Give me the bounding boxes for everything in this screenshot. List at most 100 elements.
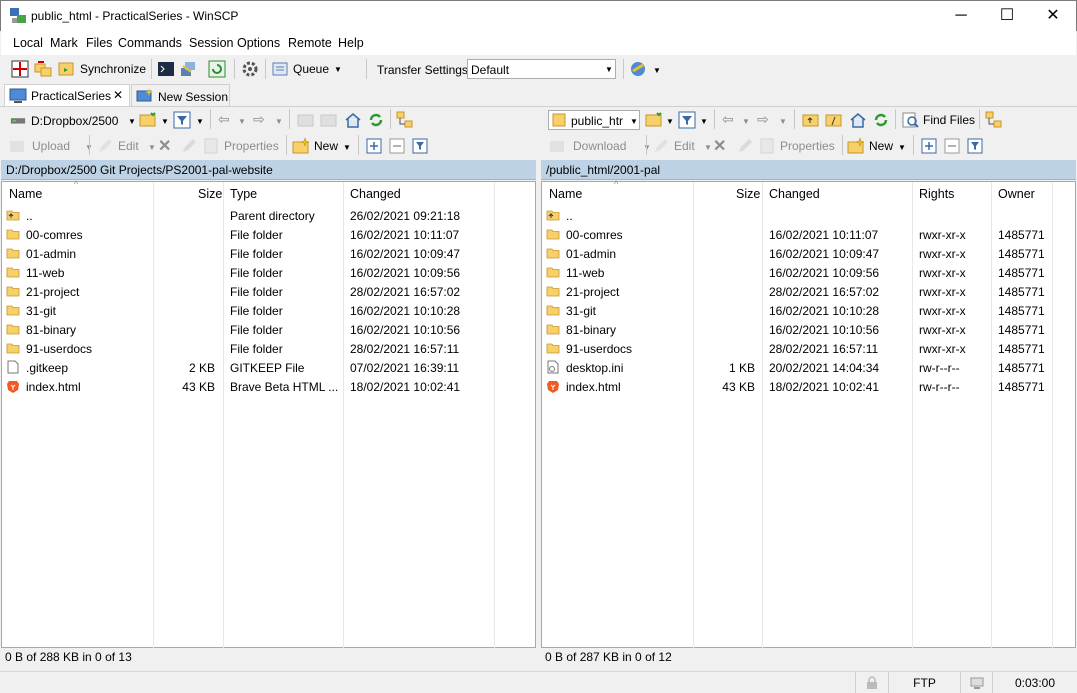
parent-directory-icon[interactable] xyxy=(297,111,315,129)
file-row[interactable]: 31-git 16/02/2021 10:10:28 rwxr-xr-x 148577… xyxy=(542,301,1075,320)
synchronize-button[interactable]: Synchronize xyxy=(58,59,148,79)
preferences-dropdown-icon[interactable]: ▼ xyxy=(653,66,661,75)
properties-button[interactable]: Properties xyxy=(202,136,284,156)
new-button[interactable]: New ▼ xyxy=(847,136,907,156)
queue-button[interactable]: Queue ▼ xyxy=(271,59,347,79)
file-row[interactable]: 91-userdocs 28/02/2021 16:57:11 rwxr-xr-x 1… xyxy=(542,339,1075,358)
parent-directory-icon[interactable] xyxy=(802,111,820,129)
column-header-rights[interactable]: Rights xyxy=(919,187,954,201)
select-all-icon[interactable] xyxy=(920,137,938,155)
back-dropdown-icon[interactable]: ▼ xyxy=(238,117,246,126)
filter-select-icon[interactable] xyxy=(966,137,984,155)
file-row[interactable]: desktop.ini 1 KB 20/02/2021 14:04:34 rw-r--… xyxy=(542,358,1075,377)
filter-select-icon[interactable] xyxy=(411,137,429,155)
file-row[interactable]: 81-binary 16/02/2021 10:10:56 rwxr-xr-x 148… xyxy=(542,320,1075,339)
download-button[interactable]: Download ▼ xyxy=(548,136,651,156)
open-folder-dropdown-icon[interactable]: ▼ xyxy=(666,117,674,126)
forward-dropdown-icon[interactable]: ▼ xyxy=(275,117,283,126)
rename-icon[interactable] xyxy=(736,137,754,155)
file-row[interactable]: 11-web 16/02/2021 10:09:56 rwxr-xr-x 148577… xyxy=(542,263,1075,282)
file-row[interactable]: .gitkeep 2 KB GITKEEP File 07/02/2021 16:39… xyxy=(2,358,535,377)
file-row[interactable]: 21-project File folder 28/02/2021 16:57:02 xyxy=(2,282,535,301)
open-folder-icon[interactable] xyxy=(645,111,663,129)
root-directory-icon[interactable] xyxy=(825,111,843,129)
refresh-icon[interactable] xyxy=(367,111,385,129)
home-icon[interactable] xyxy=(849,111,867,129)
remote-folder-select[interactable]: public_htr ▼ xyxy=(548,110,640,130)
menu-options[interactable]: Options xyxy=(237,36,280,50)
file-row[interactable]: 91-userdocs File folder 28/02/2021 16:57:1… xyxy=(2,339,535,358)
column-header-size[interactable]: Size xyxy=(198,187,222,201)
refresh-icon[interactable] xyxy=(872,111,890,129)
file-row[interactable]: 11-web File folder 16/02/2021 10:09:56 xyxy=(2,263,535,282)
file-row[interactable]: 01-admin 16/02/2021 10:09:47 rwxr-xr-x 1485… xyxy=(542,244,1075,263)
column-header-name[interactable]: Name xyxy=(9,187,42,201)
menu-files[interactable]: Files xyxy=(86,36,112,50)
minimize-button[interactable]: ─ xyxy=(938,1,984,31)
unselect-all-icon[interactable] xyxy=(388,137,406,155)
menu-commands[interactable]: Commands xyxy=(118,36,182,50)
file-row[interactable]: 81-binary File folder 16/02/2021 10:10:56 xyxy=(2,320,535,339)
forward-arrow-icon[interactable]: ⇨ xyxy=(757,111,769,128)
queue-dropdown-icon[interactable]: ▼ xyxy=(334,65,342,74)
edit-dropdown-icon[interactable]: ▼ xyxy=(148,143,156,152)
properties-button[interactable]: Properties xyxy=(758,136,840,156)
maximize-button[interactable]: ☐ xyxy=(984,1,1030,31)
close-button[interactable]: ✕ xyxy=(1030,1,1076,31)
unselect-all-icon[interactable] xyxy=(943,137,961,155)
synchronize-browsing-icon[interactable] xyxy=(34,60,52,78)
tab-practicalseries[interactable]: PracticalSeries ✕ xyxy=(4,84,130,106)
open-folder-dropdown-icon[interactable]: ▼ xyxy=(161,117,169,126)
file-row[interactable]: 00-comres File folder 16/02/2021 10:11:07 xyxy=(2,225,535,244)
remote-path-bar[interactable]: /public_html/2001-pal xyxy=(541,160,1076,180)
file-row[interactable]: index.html 43 KB 18/02/2021 10:02:41 rw-r--… xyxy=(542,377,1075,396)
refresh-icon[interactable] xyxy=(208,60,226,78)
home-icon[interactable] xyxy=(344,111,362,129)
local-drive-select[interactable]: D:Dropbox/2500 ▼ xyxy=(8,110,136,130)
file-row[interactable]: 01-admin File folder 16/02/2021 10:09:47 xyxy=(2,244,535,263)
filter-dropdown-icon[interactable]: ▼ xyxy=(196,117,204,126)
menu-mark[interactable]: Mark xyxy=(50,36,78,50)
filter-dropdown-icon[interactable]: ▼ xyxy=(700,117,708,126)
menu-local[interactable]: Local xyxy=(13,36,43,50)
console-icon[interactable] xyxy=(157,60,175,78)
find-files-button[interactable]: Find Files xyxy=(902,110,977,130)
root-directory-icon[interactable] xyxy=(320,111,338,129)
column-header-name[interactable]: Name xyxy=(549,187,582,201)
edit-button[interactable]: Edit ▼ xyxy=(652,136,712,156)
rename-icon[interactable] xyxy=(180,137,198,155)
menu-help[interactable]: Help xyxy=(338,36,364,50)
local-file-list[interactable]: Name ^ Size Type Changed .. Parent direct… xyxy=(1,179,536,648)
delete-icon[interactable]: ✕ xyxy=(158,136,171,156)
gear-icon[interactable] xyxy=(241,60,259,78)
column-header-changed[interactable]: Changed xyxy=(350,187,401,201)
file-row[interactable]: .. Parent directory 26/02/2021 09:21:18 xyxy=(2,206,535,225)
edit-button[interactable]: Edit ▼ xyxy=(96,136,156,156)
delete-icon[interactable]: ✕ xyxy=(713,136,726,156)
forward-dropdown-icon[interactable]: ▼ xyxy=(779,117,787,126)
menu-session[interactable]: Session xyxy=(189,36,233,50)
column-header-changed[interactable]: Changed xyxy=(769,187,820,201)
back-arrow-icon[interactable]: ⇦ xyxy=(722,111,734,128)
local-path-bar[interactable]: D:/Dropbox/2500 Git Projects/PS2001-pal-… xyxy=(1,160,536,180)
select-all-icon[interactable] xyxy=(365,137,383,155)
filter-icon[interactable] xyxy=(173,111,191,129)
file-row[interactable]: index.html 43 KB Brave Beta HTML ... 18/02/… xyxy=(2,377,535,396)
new-button[interactable]: New ▼ xyxy=(292,136,352,156)
column-header-type[interactable]: Type xyxy=(230,187,257,201)
upload-button[interactable]: Upload ▼ xyxy=(8,136,93,156)
file-row[interactable]: 21-project 28/02/2021 16:57:02 rwxr-xr-x 14… xyxy=(542,282,1075,301)
menu-remote[interactable]: Remote xyxy=(288,36,332,50)
back-dropdown-icon[interactable]: ▼ xyxy=(742,117,750,126)
tab-close-icon[interactable]: ✕ xyxy=(113,88,123,102)
compare-directories-icon[interactable] xyxy=(11,60,29,78)
edit-dropdown-icon[interactable]: ▼ xyxy=(704,143,712,152)
file-row[interactable]: .. xyxy=(542,206,1075,225)
new-dropdown-icon[interactable]: ▼ xyxy=(343,143,351,152)
back-arrow-icon[interactable]: ⇦ xyxy=(218,111,230,128)
putty-icon[interactable] xyxy=(179,60,197,78)
tree-view-icon[interactable] xyxy=(985,111,1003,129)
new-dropdown-icon[interactable]: ▼ xyxy=(898,143,906,152)
column-header-owner[interactable]: Owner xyxy=(998,187,1035,201)
forward-arrow-icon[interactable]: ⇨ xyxy=(253,111,265,128)
